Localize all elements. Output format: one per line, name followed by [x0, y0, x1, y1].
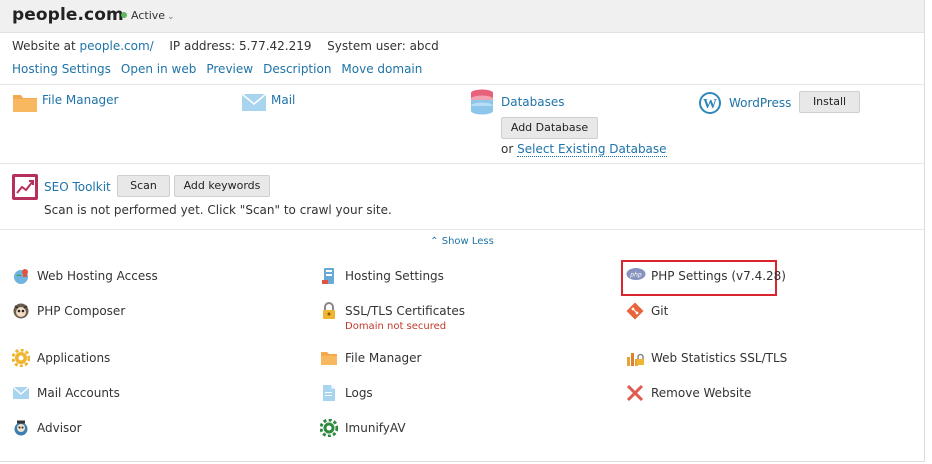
- grid-applications[interactable]: Applications: [11, 348, 111, 368]
- git-icon: [626, 302, 644, 320]
- link-preview[interactable]: Preview: [206, 62, 253, 76]
- install-wordpress-button[interactable]: Install: [799, 91, 860, 113]
- tool-seo-toolkit[interactable]: SEO Toolkit: [12, 174, 111, 200]
- grid-remove-website[interactable]: Remove Website: [626, 384, 751, 402]
- grid-web-statistics[interactable]: Web Statistics SSL/TLS: [626, 349, 787, 367]
- databases-label: Databases: [501, 95, 565, 109]
- remove-website-label: Remove Website: [651, 386, 752, 400]
- system-user-value: abcd: [409, 39, 439, 53]
- folder-icon: [12, 91, 37, 112]
- divider: [0, 163, 924, 164]
- globe-user-icon: [12, 267, 30, 285]
- composer-icon: [12, 302, 30, 320]
- php-settings-label: PHP Settings (v7.4.28): [651, 269, 786, 283]
- chevron-down-icon: ⌄: [167, 12, 175, 22]
- tool-file-manager[interactable]: File Manager: [12, 91, 119, 112]
- seo-toolkit-label: SEO Toolkit: [44, 180, 111, 194]
- grid-php-composer[interactable]: PHP Composer: [12, 302, 125, 320]
- seo-chart-icon: [12, 174, 38, 200]
- database-icon: [470, 89, 494, 115]
- website-label: Website at: [12, 39, 76, 53]
- php-icon: php: [626, 267, 646, 285]
- link-move-domain[interactable]: Move domain: [341, 62, 422, 76]
- hosting-settings-label: Hosting Settings: [345, 269, 444, 283]
- wordpress-icon: W: [698, 91, 722, 115]
- scan-button[interactable]: Scan: [117, 175, 170, 197]
- tool-wordpress[interactable]: W WordPress: [698, 91, 791, 115]
- add-database-button[interactable]: Add Database: [501, 117, 598, 139]
- select-existing-db: or Select Existing Database: [501, 142, 667, 157]
- select-existing-database-link[interactable]: Select Existing Database: [517, 142, 667, 157]
- grid-file-manager[interactable]: File Manager: [320, 349, 422, 367]
- applications-label: Applications: [37, 351, 111, 365]
- grid-advisor[interactable]: Advisor: [12, 419, 82, 437]
- php-composer-label: PHP Composer: [37, 304, 126, 318]
- link-description[interactable]: Description: [263, 62, 331, 76]
- domain-title[interactable]: people.com: [12, 5, 124, 25]
- website-link[interactable]: people.com/: [80, 39, 154, 53]
- close-icon: [626, 384, 644, 402]
- grid-web-hosting-access[interactable]: Web Hosting Access: [12, 267, 158, 285]
- mail-label: Mail: [271, 93, 296, 107]
- status-label: Active: [131, 9, 166, 22]
- website-header: people.com Active ⌄: [0, 0, 924, 33]
- advisor-label: Advisor: [37, 421, 82, 435]
- show-less-label: Show Less: [441, 236, 494, 247]
- ip-value: 5.77.42.219: [238, 39, 312, 53]
- imunifyav-label: ImunifyAV: [345, 421, 406, 435]
- website-card: people.com Active ⌄ Website at people.com…: [0, 0, 925, 462]
- svg-text:php: php: [629, 272, 642, 279]
- grid-hosting-settings[interactable]: Hosting Settings: [320, 267, 444, 285]
- ssl-status: Domain not secured: [345, 321, 447, 332]
- mail-icon: [12, 384, 30, 402]
- svg-text:W: W: [703, 97, 717, 112]
- file-manager-grid-label: File Manager: [345, 351, 422, 365]
- wordpress-label: WordPress: [729, 96, 792, 110]
- file-manager-label: File Manager: [42, 93, 119, 107]
- folder-icon: [320, 349, 338, 367]
- grid-mail-accounts[interactable]: Mail Accounts: [12, 384, 120, 402]
- status-dropdown[interactable]: Active ⌄: [121, 9, 175, 22]
- grid-git[interactable]: Git: [626, 302, 668, 320]
- chevron-up-icon: ⌃: [430, 236, 439, 247]
- website-links: Hosting Settings Open in web Preview Descri…: [12, 62, 432, 76]
- mail-icon: [241, 91, 267, 111]
- server-icon: [320, 267, 338, 285]
- tool-mail[interactable]: Mail: [241, 91, 296, 111]
- advisor-icon: [12, 419, 30, 437]
- gear-icon: [11, 348, 31, 368]
- website-info: Website at people.com/ IP address: 5.77.…: [12, 39, 439, 53]
- show-less-toggle[interactable]: ⌃ Show Less: [0, 236, 924, 247]
- link-open-in-web[interactable]: Open in web: [121, 62, 196, 76]
- link-hosting-settings[interactable]: Hosting Settings: [12, 62, 111, 76]
- stats-lock-icon: [626, 349, 644, 367]
- lock-icon: [320, 302, 338, 320]
- mail-accounts-label: Mail Accounts: [37, 386, 120, 400]
- document-icon: [320, 384, 338, 402]
- status-dot-icon: [121, 12, 127, 18]
- divider: [0, 84, 924, 85]
- divider: [0, 229, 924, 230]
- grid-imunifyav[interactable]: ImunifyAV: [319, 418, 406, 438]
- shield-gear-icon: [319, 418, 339, 438]
- web-hosting-access-label: Web Hosting Access: [37, 269, 158, 283]
- tool-databases[interactable]: Databases: [470, 89, 565, 115]
- ip-label: IP address:: [169, 39, 236, 53]
- system-user-label: System user:: [327, 39, 406, 53]
- add-keywords-button[interactable]: Add keywords: [174, 175, 270, 197]
- or-label: or: [501, 142, 514, 156]
- web-statistics-label: Web Statistics SSL/TLS: [651, 351, 788, 365]
- grid-ssl-tls[interactable]: SSL/TLS Certificates: [320, 302, 465, 320]
- grid-logs[interactable]: Logs: [320, 384, 373, 402]
- git-label: Git: [651, 304, 669, 318]
- grid-php-settings[interactable]: php PHP Settings (v7.4.28): [626, 267, 786, 285]
- logs-label: Logs: [345, 386, 373, 400]
- ssl-tls-label: SSL/TLS Certificates: [345, 304, 465, 318]
- seo-note: Scan is not performed yet. Click "Scan" …: [44, 203, 392, 217]
